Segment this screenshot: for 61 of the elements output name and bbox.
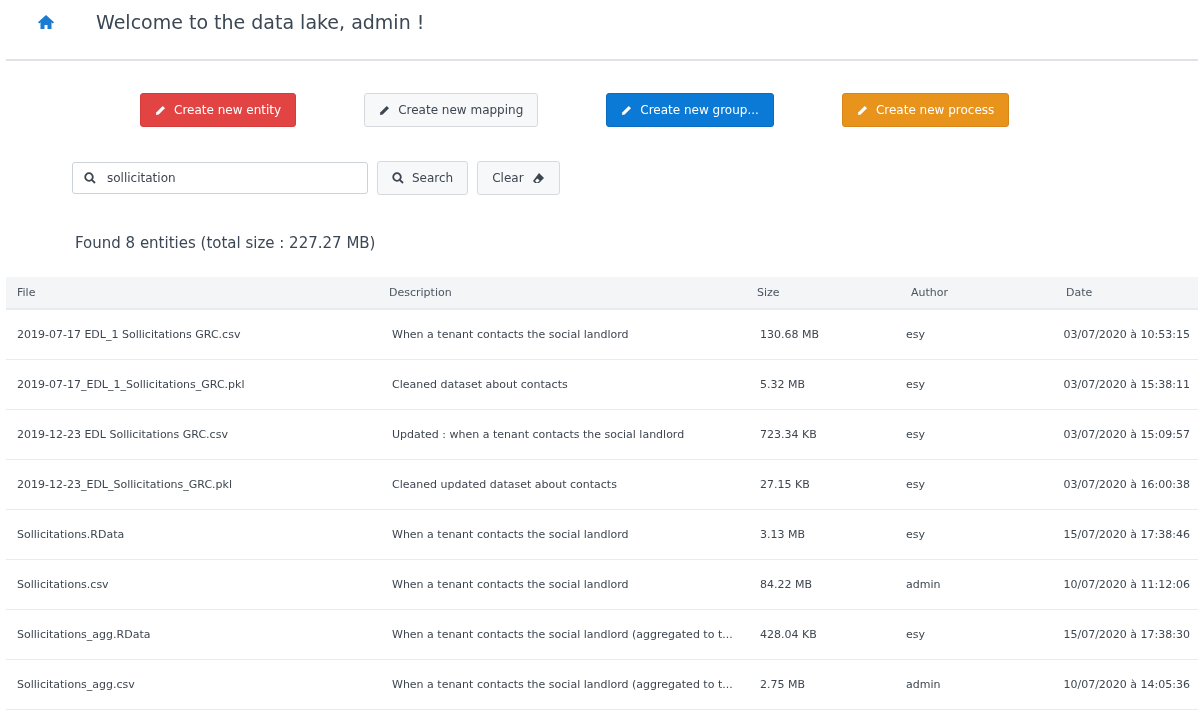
table-cell-text: When a tenant contacts the social landlord	[391, 528, 630, 541]
table-cell-text: When a tenant contacts the social landlord (aggregated to t...	[391, 678, 734, 691]
table-cell-text: 428.04 KB	[759, 628, 818, 641]
create-button[interactable]: Create new entity	[140, 93, 297, 127]
table-cell-text: 2019-07-17 EDL_1 Sollicitations GRC.csv	[16, 328, 242, 341]
table-cell-text: 2019-07-17_EDL_1_Sollicitations_GRC.pkl	[16, 378, 246, 391]
table-cell-text: 03/07/2020 à 15:38:11	[1062, 378, 1191, 391]
table-cell-text: When a tenant contacts the social landlord (aggregated to t...	[391, 628, 734, 641]
column-header: Description	[388, 286, 453, 299]
table-cell-text: Updated : when a tenant contacts the social landlord	[391, 428, 686, 441]
table-cell-text: 2.75 MB	[759, 678, 807, 691]
table-cell-text: 5.32 MB	[759, 378, 807, 391]
table-cell-text: When a tenant contacts the social landlord	[391, 328, 630, 341]
table-cell-text: Sollicitations_agg.RData	[16, 628, 152, 641]
column-header: File	[16, 286, 37, 299]
table-cell-text: Sollicitations.csv	[16, 578, 110, 591]
table-cell-text: esy	[905, 328, 926, 341]
eraser-icon	[531, 172, 545, 184]
pencil-icon	[155, 104, 166, 116]
table-cell-text: 723.34 KB	[759, 428, 818, 441]
table-cell-text: 15/07/2020 à 17:38:46	[1062, 528, 1191, 541]
table-cell-text: 27.15 KB	[759, 478, 811, 491]
table-cell-text: 130.68 MB	[759, 328, 821, 341]
column-header: Size	[756, 286, 781, 299]
table-cell-text: 3.13 MB	[759, 528, 807, 541]
create-button[interactable]: Create new group...	[606, 93, 774, 127]
table-cell-text: Sollicitations.RData	[16, 528, 126, 541]
pencil-icon	[856, 104, 868, 116]
table-cell-text: Cleaned dataset about contacts	[391, 378, 569, 391]
table-cell-text: 03/07/2020 à 15:09:57	[1062, 428, 1191, 441]
home-icon[interactable]	[38, 15, 54, 29]
table-cell-text: esy	[905, 628, 926, 641]
pencil-icon	[379, 104, 391, 116]
column-header: Date	[1065, 286, 1094, 299]
search-button[interactable]: Search	[377, 161, 469, 195]
table-cell-text: 03/07/2020 à 10:53:15	[1062, 328, 1191, 341]
table-cell-text: Cleaned updated dataset about contacts	[391, 478, 618, 491]
table-cell-text: admin	[905, 678, 942, 691]
table-cell-text: 2019-12-23 EDL Sollicitations GRC.csv	[16, 428, 229, 441]
result-summary: Found 8 entities (total size : 227.27 MB)	[75, 234, 377, 252]
table-cell-text: esy	[905, 428, 926, 441]
table-cell-text: esy	[905, 528, 926, 541]
table-cell-text: esy	[905, 478, 926, 491]
search-field[interactable]: sollicitation	[72, 162, 368, 194]
table-cell-text: 84.22 MB	[759, 578, 814, 591]
table-cell-text: When a tenant contacts the social landlord	[391, 578, 630, 591]
create-button[interactable]: Create new mapping	[364, 93, 539, 127]
clear-button[interactable]: Clear	[477, 161, 560, 195]
table-cell-text: 2019-12-23_EDL_Sollicitations_GRC.pkl	[16, 478, 234, 491]
table-cell-text: 03/07/2020 à 16:00:38	[1062, 478, 1191, 491]
column-header: Author	[910, 286, 950, 299]
table-cell-text: admin	[905, 578, 942, 591]
search-icon	[84, 172, 96, 184]
pencil-icon	[621, 104, 633, 116]
page-title: Welcome to the data lake, admin !	[96, 11, 425, 33]
table-cell-text: esy	[905, 378, 926, 391]
table-cell-text: 10/07/2020 à 11:12:06	[1062, 578, 1191, 591]
table-cell-text: 10/07/2020 à 14:05:36	[1062, 678, 1191, 691]
table-cell-text: 15/07/2020 à 17:38:30	[1062, 628, 1191, 641]
table-cell-text: Sollicitations_agg.csv	[16, 678, 136, 691]
search-icon	[392, 172, 404, 184]
